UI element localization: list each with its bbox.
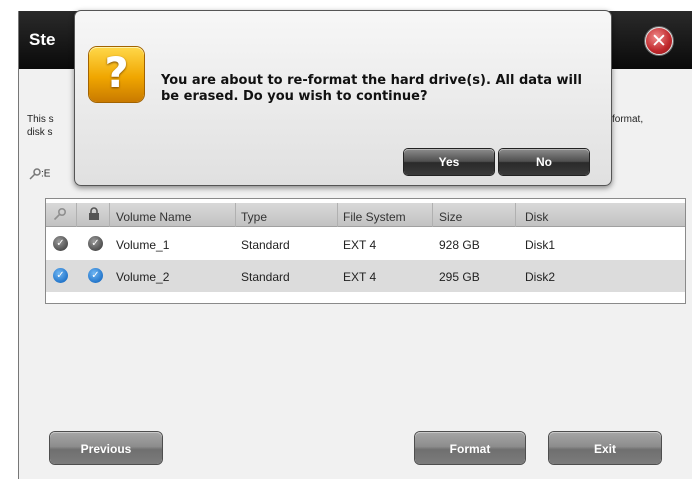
column-header-disk[interactable]: Disk — [525, 210, 548, 224]
dialog-message: You are about to re-format the hard driv… — [161, 73, 582, 104]
close-button[interactable]: ✕ — [645, 27, 673, 55]
screen: Ste ✕ This s disk s format, :E Volume Na… — [0, 0, 692, 479]
exit-button[interactable]: Exit — [549, 432, 661, 464]
cell-file-system: EXT 4 — [343, 270, 377, 284]
table-row[interactable]: ✓ ✓ Volume_2 Standard EXT 4 295 GB Disk2 — [46, 260, 685, 292]
encrypt-check-icon[interactable]: ✓ — [88, 268, 103, 283]
wizard-title: Ste — [29, 30, 56, 49]
format-button[interactable]: Format — [415, 432, 525, 464]
column-header-file-system[interactable]: File System — [343, 210, 406, 224]
cell-size: 295 GB — [439, 270, 480, 284]
cell-volume-name: Volume_1 — [116, 238, 170, 252]
column-header-volume-name[interactable]: Volume Name — [116, 210, 191, 224]
key-icon — [53, 207, 67, 224]
key-icon — [29, 168, 41, 180]
no-button[interactable]: No — [499, 149, 589, 175]
cell-file-system: EXT 4 — [343, 238, 377, 252]
lock-icon — [88, 207, 100, 224]
description-right: format, — [612, 114, 644, 125]
confirm-dialog: ? You are about to re-format the hard dr… — [74, 10, 612, 186]
legend-text: :E — [41, 168, 51, 180]
cell-type: Standard — [241, 238, 290, 252]
close-icon: ✕ — [651, 30, 667, 52]
cell-type: Standard — [241, 270, 290, 284]
table-header: Volume Name Type File System Size Disk — [46, 199, 685, 228]
column-header-type[interactable]: Type — [241, 210, 267, 224]
column-header-size[interactable]: Size — [439, 210, 462, 224]
select-check-icon[interactable]: ✓ — [53, 236, 68, 251]
cell-disk: Disk1 — [525, 238, 556, 252]
cell-size: 928 GB — [439, 238, 480, 252]
question-icon: ? — [89, 47, 144, 102]
table-row[interactable]: ✓ ✓ Volume_1 Standard EXT 4 928 GB Disk1 — [46, 228, 685, 260]
cell-volume-name: Volume_2 — [116, 270, 170, 284]
yes-button[interactable]: Yes — [404, 149, 494, 175]
volume-table: Volume Name Type File System Size Disk ✓… — [45, 198, 686, 304]
cell-disk: Disk2 — [525, 270, 556, 284]
encrypt-check-icon[interactable]: ✓ — [88, 236, 103, 251]
select-check-icon[interactable]: ✓ — [53, 268, 68, 283]
previous-button[interactable]: Previous — [50, 432, 162, 464]
legend: :E — [29, 168, 50, 180]
